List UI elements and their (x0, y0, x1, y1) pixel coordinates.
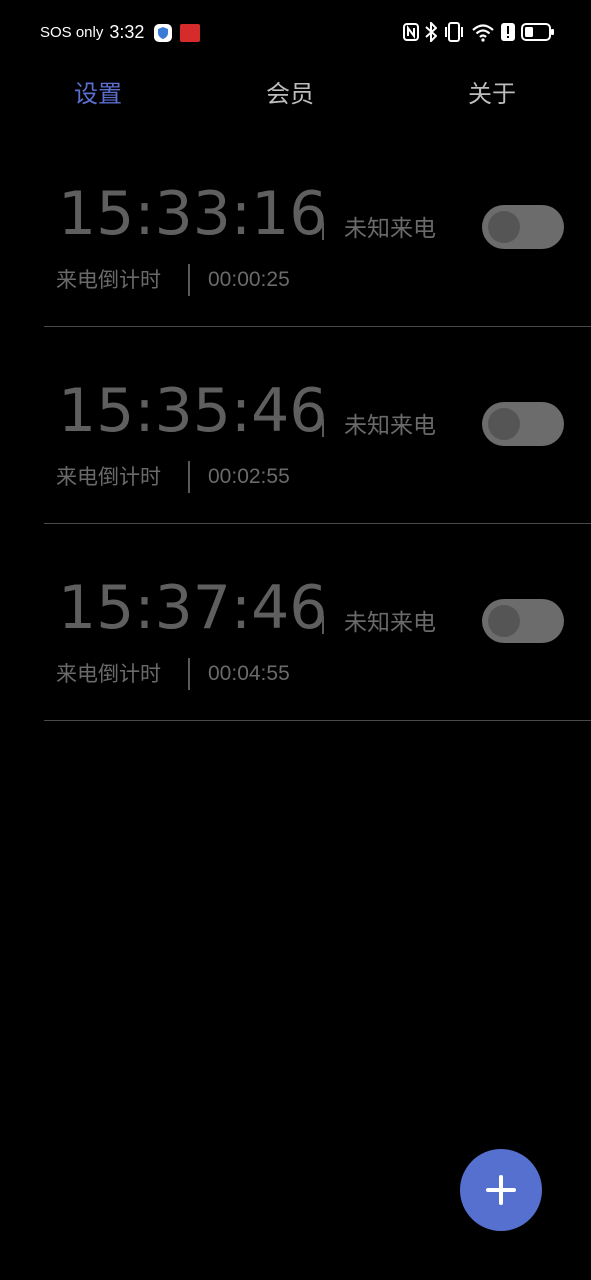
toggle-knob (488, 211, 520, 243)
vibrate-icon (445, 22, 463, 42)
toggle-knob (488, 605, 520, 637)
alert-icon (501, 23, 515, 41)
shield-icon (154, 23, 173, 42)
countdown-value: 00:02:55 (208, 465, 290, 488)
alarm-time: 15:37:46 (58, 573, 328, 643)
countdown-label: 来电倒计时 (56, 662, 161, 686)
status-bar: SOS only 3:32 (0, 0, 591, 66)
battery-icon (521, 23, 554, 41)
alarm-caller-type: 未知来电 (344, 216, 436, 242)
divider (188, 264, 190, 296)
app-icon (180, 23, 201, 42)
top-tabs: 设置 会员 关于 (0, 72, 591, 116)
alarm-toggle[interactable] (482, 402, 564, 446)
countdown-label: 来电倒计时 (56, 465, 161, 489)
alarm-time: 15:33:16 (58, 179, 328, 249)
toggle-knob (488, 408, 520, 440)
divider (188, 658, 190, 690)
alarm-caller-type: 未知来电 (344, 413, 436, 439)
wifi-icon (472, 24, 494, 42)
countdown-value: 00:00:25 (208, 268, 290, 291)
bluetooth-icon (425, 22, 437, 42)
status-bar-right (403, 22, 555, 42)
tab-about[interactable]: 关于 (468, 72, 516, 116)
status-bar-left: SOS only 3:32 (40, 22, 201, 43)
row-divider (44, 720, 591, 721)
divider (322, 419, 324, 437)
countdown-value: 00:04:55 (208, 662, 290, 685)
alarm-toggle[interactable] (482, 599, 564, 643)
tab-settings[interactable]: 设置 (74, 72, 122, 116)
nfc-icon (403, 23, 419, 41)
alarm-toggle[interactable] (482, 205, 564, 249)
divider (188, 461, 190, 493)
list-item[interactable]: 15:33:16 未知来电 来电倒计时 00:00:25 (0, 130, 591, 327)
list-item[interactable]: 15:37:46 未知来电 来电倒计时 00:04:55 (0, 524, 591, 721)
plus-icon (486, 1175, 516, 1205)
alarm-list: 15:33:16 未知来电 来电倒计时 00:00:25 15:35:46 未知… (0, 130, 591, 721)
divider (322, 616, 324, 634)
tab-member[interactable]: 会员 (266, 72, 314, 116)
list-item[interactable]: 15:35:46 未知来电 来电倒计时 00:02:55 (0, 327, 591, 524)
countdown-label: 来电倒计时 (56, 268, 161, 292)
carrier-label: SOS only (40, 24, 104, 41)
alarm-time: 15:35:46 (58, 376, 328, 446)
add-alarm-button[interactable] (460, 1149, 542, 1231)
clock: 3:32 (109, 22, 145, 42)
divider (322, 222, 324, 240)
alarm-caller-type: 未知来电 (344, 610, 436, 636)
